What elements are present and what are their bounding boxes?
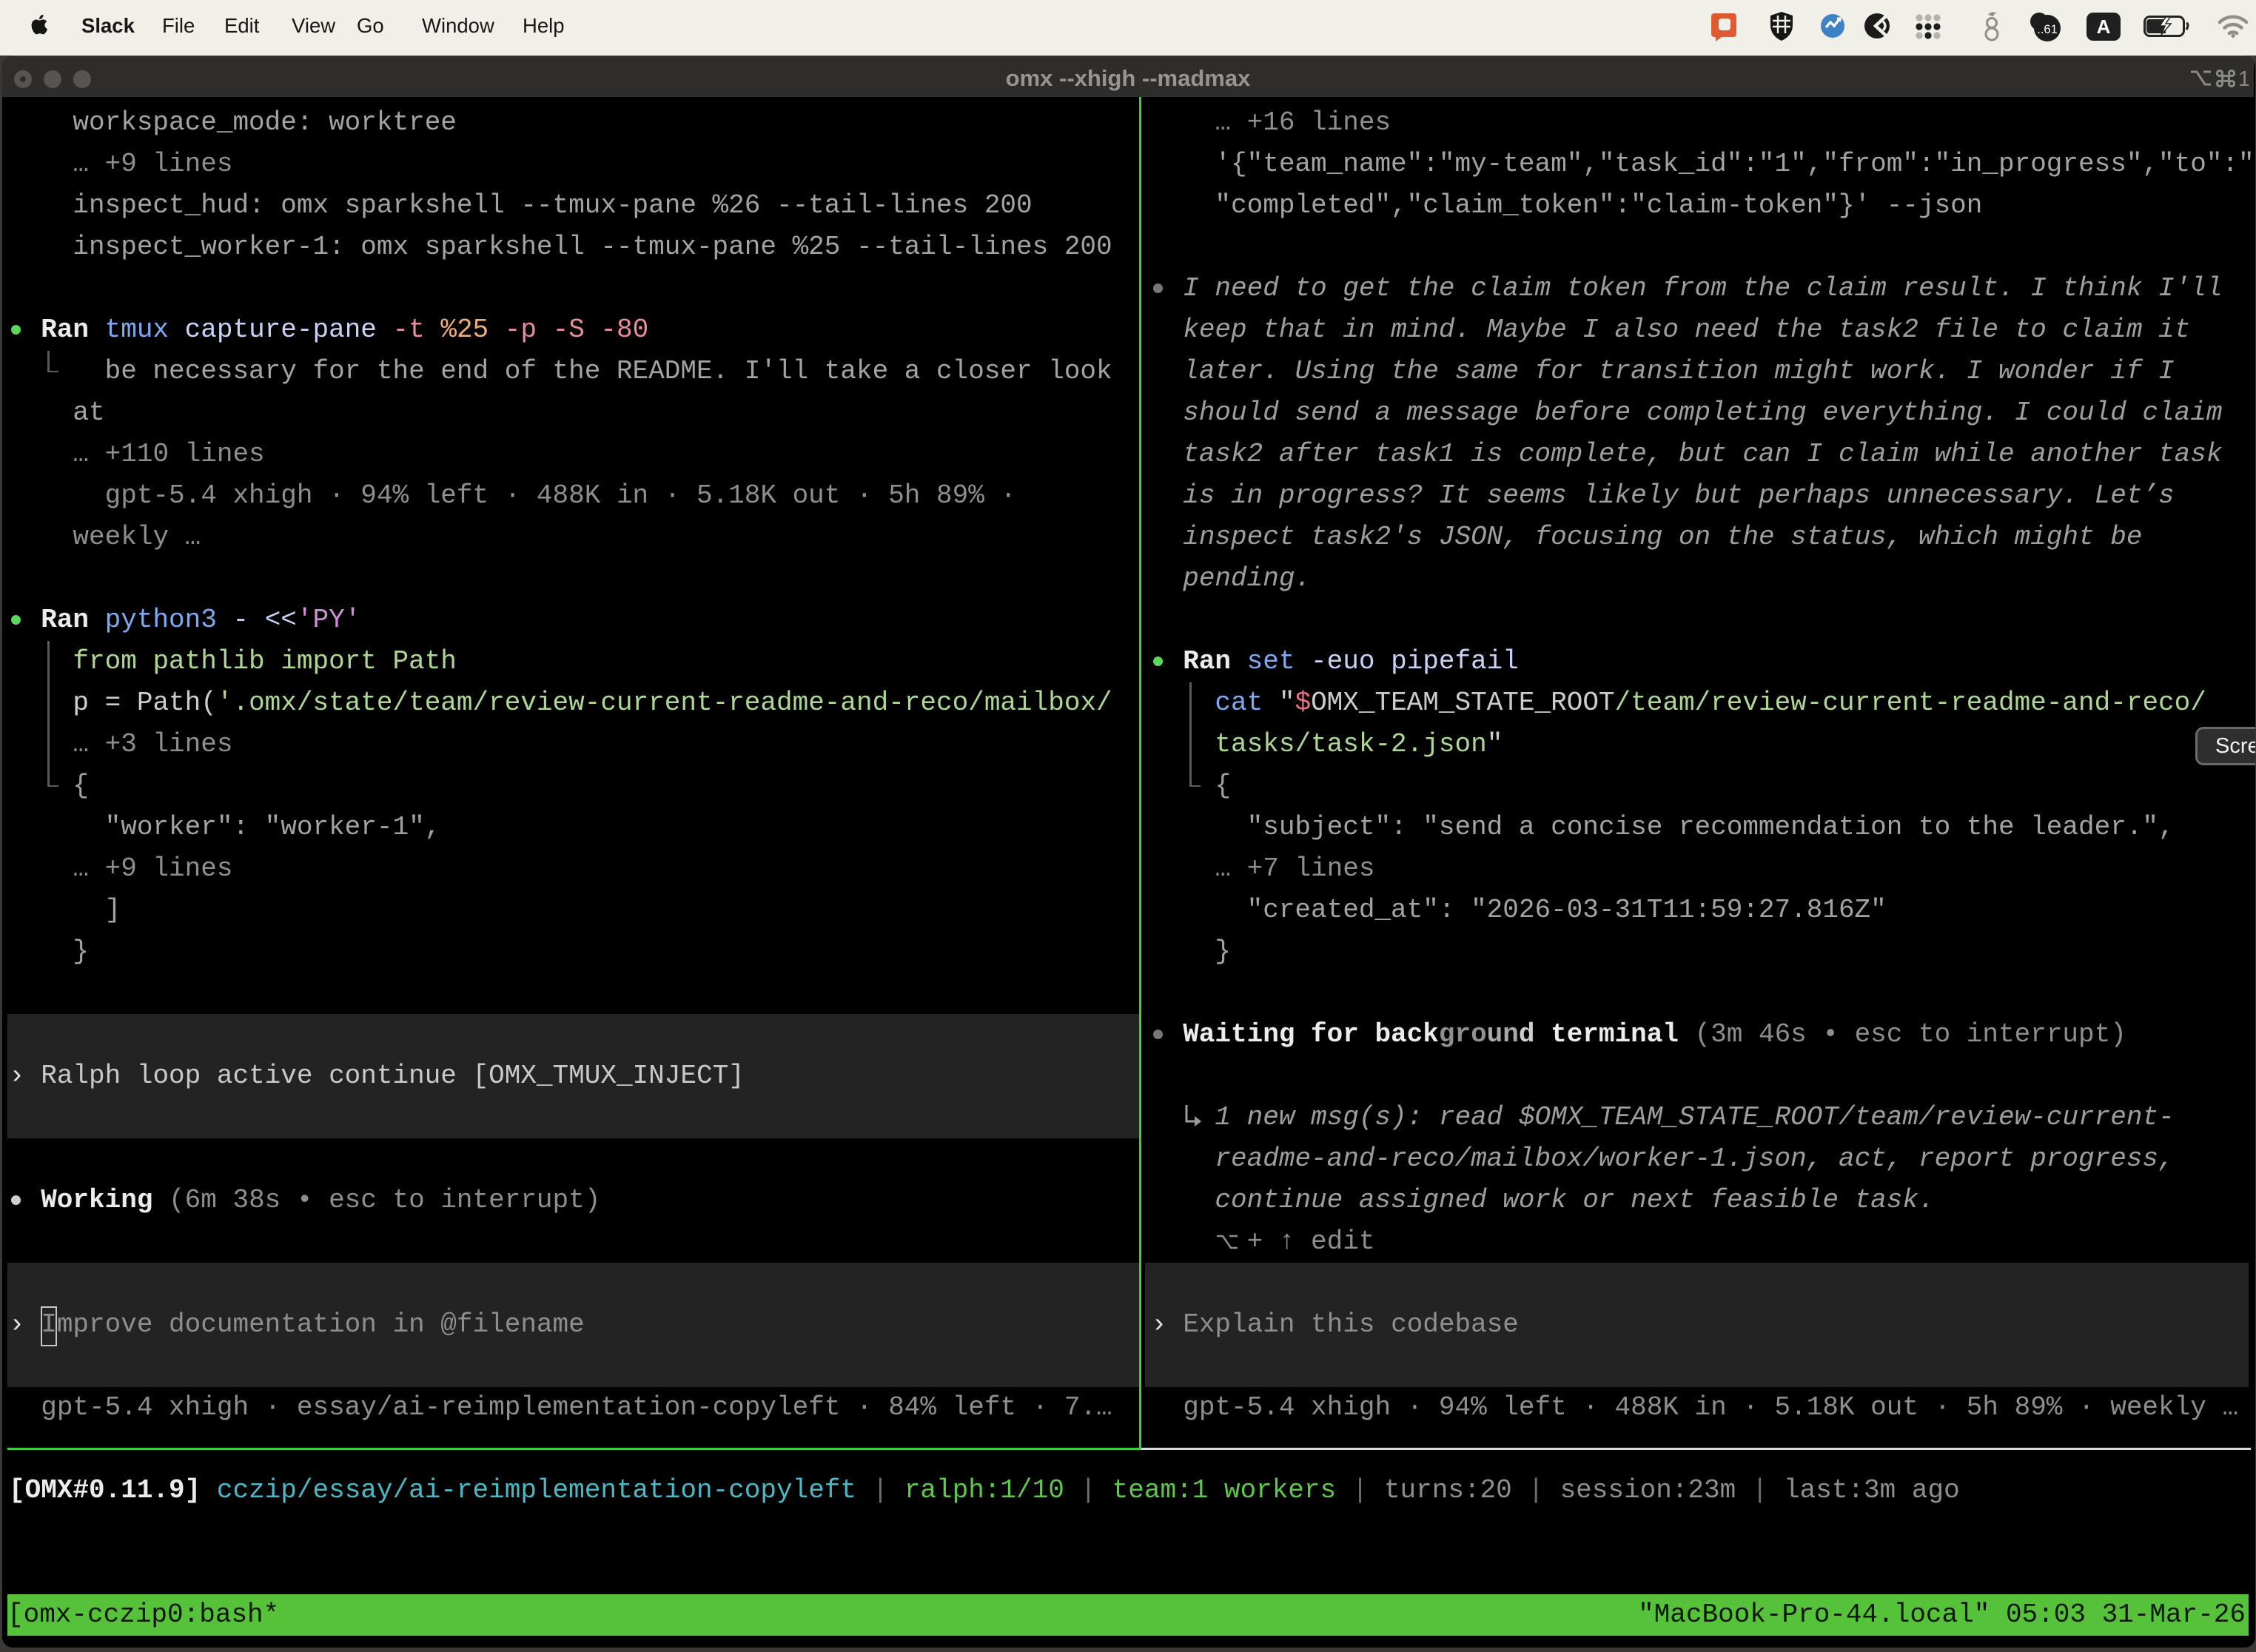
svg-text:1: 1 (2238, 67, 2249, 90)
svg-text:..61: ..61 (2037, 23, 2058, 36)
